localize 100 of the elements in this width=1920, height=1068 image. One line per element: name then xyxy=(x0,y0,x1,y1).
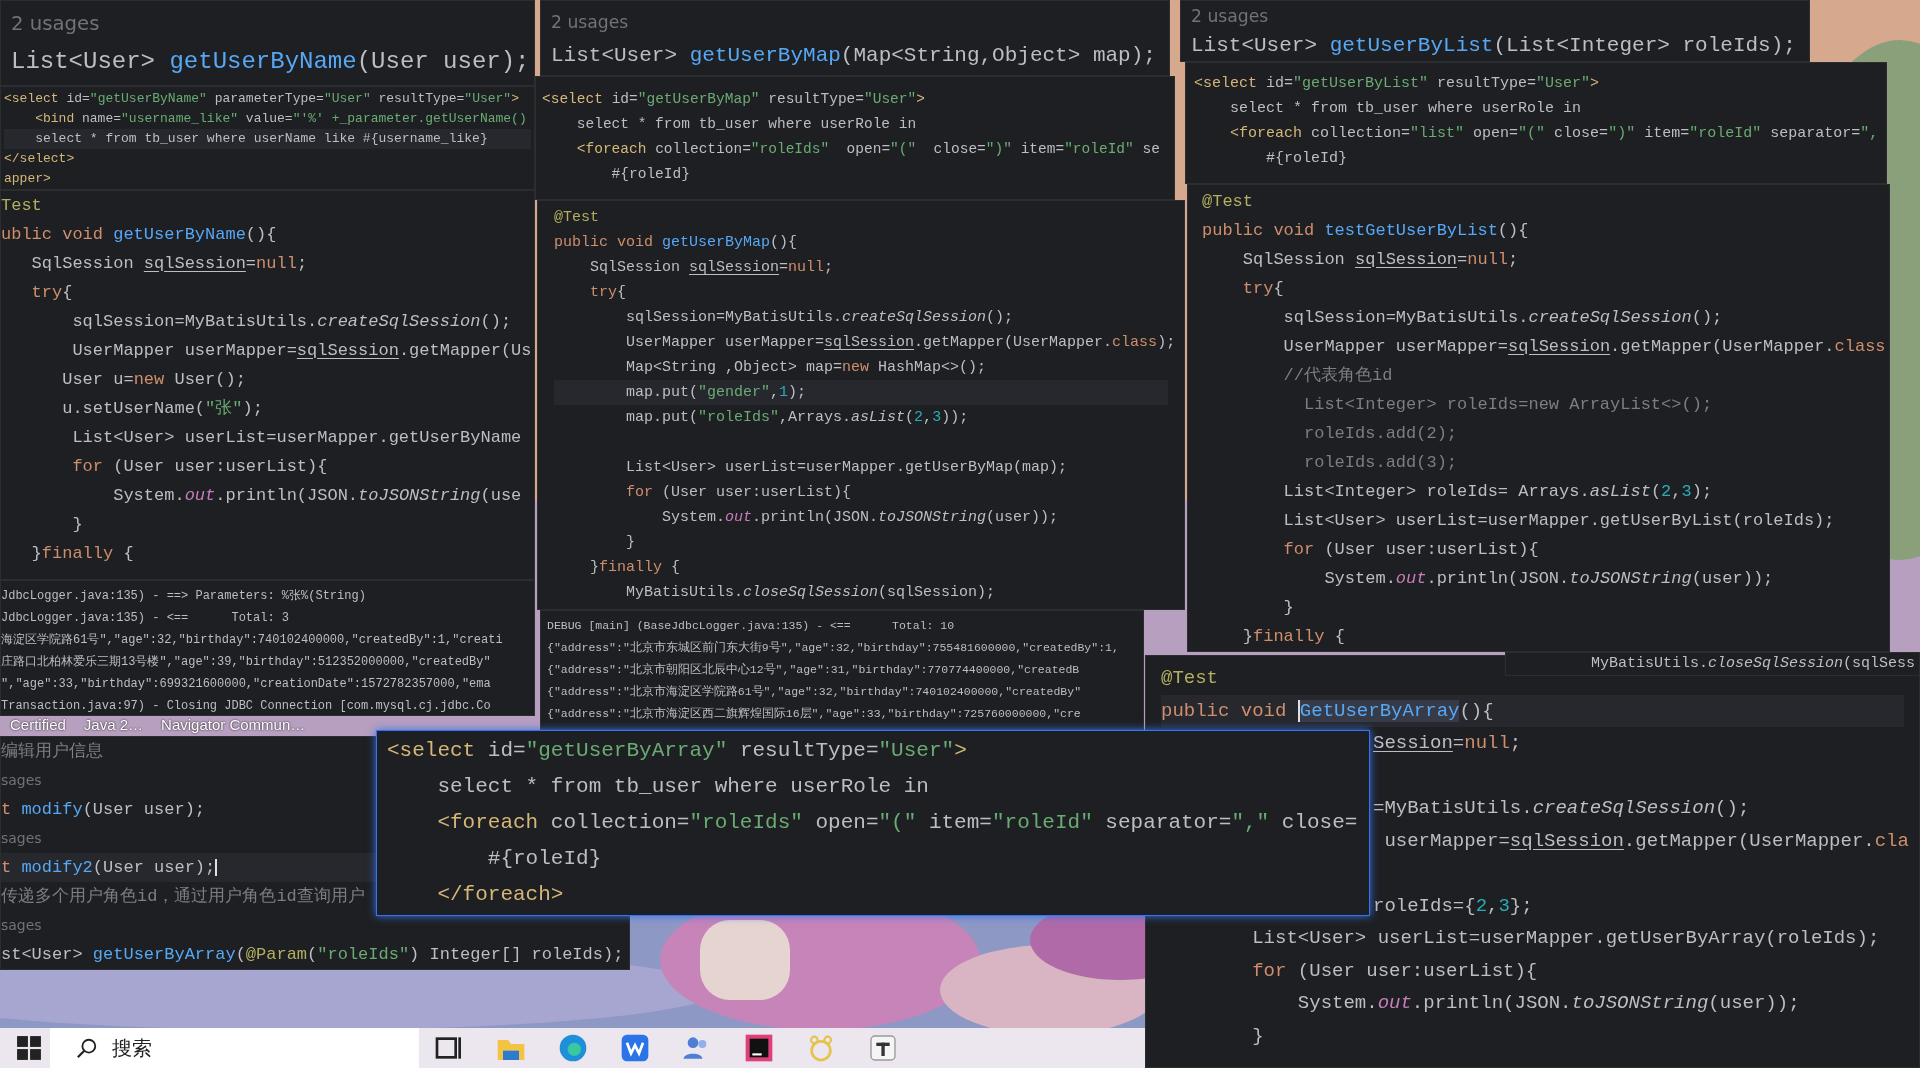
log-line: ","age":33,"birthday":699321600000,"creationDate":1572782357000,"ema xyxy=(1,676,491,693)
code-line: map.put("roleIds",Arrays.asList(2,3)); xyxy=(625,408,969,428)
code-line: #{roleId} xyxy=(1265,149,1348,169)
search-field[interactable]: 搜索 xyxy=(50,1028,419,1068)
code-line: SqlSession sqlSession=null; xyxy=(30,253,308,275)
usages-label: 2 usages xyxy=(1191,5,1269,28)
code-line: <select id="getUserByName" parameterType="User" resultType="User"> xyxy=(4,90,519,108)
code-line: =MyBatisUtils.createSqlSession(); xyxy=(1373,796,1750,821)
code-line: } xyxy=(625,533,635,553)
log-line: JdbcLogger.java:135) - <== Total: 3 xyxy=(1,610,290,627)
usages-label: sages xyxy=(1,771,42,790)
code-line: <bind name="username_like" value="'%' +_parameter.getUserName() xyxy=(34,110,527,128)
code-line: SqlSession sqlSession=null; xyxy=(589,258,834,278)
code-line: <foreach collection="roleIds" open="(" close=")" item="roleId" se xyxy=(575,140,1160,159)
desktop-icon-label[interactable]: Navigator Commun… xyxy=(161,716,306,734)
code-line: map.put("gender",1); xyxy=(625,383,807,403)
code-line: t modify(User user); xyxy=(1,799,206,821)
code-line: List<Integer> roleIds= Arrays.asList(2,3); xyxy=(1282,481,1713,503)
code-line: select * from tb_user where userRole in xyxy=(575,115,917,134)
code-line: u.setUserName("张"); xyxy=(61,398,263,420)
code-line: sqlSession=MyBatisUtils.createSqlSession(); xyxy=(71,311,512,333)
code-line: System.out.println(JSON.toJSONString(user)); xyxy=(1323,568,1774,590)
ide-icon[interactable] xyxy=(743,1032,775,1064)
log-line: Transaction.java:97) - Closing JDBC Connection [com.mysql.cj.jdbc.Co xyxy=(1,698,491,715)
code-line: List<Integer> roleIds=new ArrayList<>(); xyxy=(1303,394,1713,416)
code-comment: 传递多个用户角色id，通过用户角色id查询用户 xyxy=(1,886,365,908)
code-line: roleIds.add(2); xyxy=(1303,423,1458,445)
code-line: #{roleId} xyxy=(610,165,690,184)
start-icon[interactable] xyxy=(16,1035,42,1061)
code-line: <select id="getUserByArray" resultType="User"> xyxy=(387,738,967,764)
code-line: SqlSession sqlSession=null; xyxy=(1241,249,1519,271)
code-line: ublic void getUserByName(){ xyxy=(1,224,277,246)
code-line: List<User> getUserByMap(Map<String,Object> map); xyxy=(551,43,1156,69)
code-line: Test xyxy=(1,195,42,217)
code-line: public void GetUserByArray(){ xyxy=(1161,698,1494,724)
code-line: }finally { xyxy=(30,543,134,565)
code-line: List<User> userList=userMapper.getUserByMap(map); xyxy=(625,458,1068,478)
code-line: userMapper=sqlSession.getMapper(UserMapper.cla xyxy=(1383,828,1909,854)
code-line: @Test xyxy=(554,208,599,228)
code-line: sqlSession=MyBatisUtils.createSqlSession(); xyxy=(625,308,1014,328)
code-line: apper> xyxy=(4,170,51,188)
browser-icon[interactable] xyxy=(557,1032,589,1064)
code-line: System.out.println(JSON.toJSONString(user)); xyxy=(1296,991,1800,1016)
code-line: List<User> userList=userMapper.getUserByList(roleIds); xyxy=(1282,510,1835,532)
usages-label: 2 usages xyxy=(551,11,629,34)
usages-label: sages xyxy=(1,829,42,848)
code-line: try{ xyxy=(30,282,73,304)
code-line: MyBatisUtils.closeSqlSession(sqlSession); xyxy=(625,583,996,603)
code-line: List<User> userList=userMapper.getUserByName xyxy=(71,427,522,449)
code-line: } xyxy=(71,514,83,536)
code-line: }finally { xyxy=(1241,626,1345,648)
code-line: } xyxy=(1282,597,1294,619)
code-line: } xyxy=(1251,1023,1264,1049)
code-line: #{roleId} xyxy=(486,846,602,872)
desktop-icon-label[interactable]: Certified xyxy=(10,716,66,734)
code-line: MyBatisUtils.closeSqlSession(sqlSess xyxy=(1591,654,1916,674)
code-line: <foreach collection="roleIds" open="(" item="roleId" separator="," close= xyxy=(436,810,1358,836)
code-line: UserMapper userMapper=sqlSession.getMapper(UserMapper.class); xyxy=(625,333,1176,353)
code-comment: //代表角色id xyxy=(1282,365,1393,387)
code-line: public void testGetUserByList(){ xyxy=(1202,220,1529,242)
log-line: {"address":"北京市朝阳区北辰中心12号","age":31,"birthday":770774400000,"createdB xyxy=(547,662,1080,678)
code-line: for (User user:userList){ xyxy=(1251,958,1538,984)
code-line: st<User> getUserByArray(@Param("roleIds") Integer[] roleIds); xyxy=(1,944,624,966)
log-line: JdbcLogger.java:135) - ==> Parameters: %张%(String) xyxy=(1,588,366,605)
code-line: UserMapper userMapper=sqlSession.getMapper(Us xyxy=(71,340,532,362)
code-line: Session=null; xyxy=(1373,731,1522,756)
log-line: DEBUG [main] (BaseJdbcLogger.java:135) - <== Total: 10 xyxy=(547,618,955,634)
code-line: for (User user:userList){ xyxy=(71,456,328,478)
log-line: {"address":"北京市海淀区西二旗辉煌国际16层","age":33,"birthday":725760000000,"cre xyxy=(547,706,1081,722)
code-line: public void getUserByMap(){ xyxy=(554,233,798,253)
code-line: System.out.println(JSON.toJSONString(user)); xyxy=(661,508,1059,528)
code-line: try{ xyxy=(589,283,627,303)
code-line: t modify2(User user); xyxy=(1,857,216,879)
code-line: System.out.println(JSON.toJSONString(use xyxy=(112,485,522,507)
code-line: }finally { xyxy=(589,558,681,578)
log-line: {"address":"北京市东城区前门东大街9号","age":32,"birthday":755481600000,"createdBy":1, xyxy=(547,640,1119,656)
log-line: 庄路口北柏林爱乐三期13号楼","age":39,"birthday":512352000000,"createdBy" xyxy=(1,654,491,671)
code-line: select * from tb_user where userRole in xyxy=(436,774,929,800)
code-line: List<User> userList=userMapper.getUserByArray(roleIds); xyxy=(1251,926,1880,951)
usages-label: sages xyxy=(1,916,42,935)
code-line: for (User user:userList){ xyxy=(625,483,852,503)
app-icon[interactable] xyxy=(867,1032,899,1064)
desktop-icon-label[interactable]: Java 2… xyxy=(83,716,144,734)
code-line: select * from tb_user where userRole in xyxy=(1229,99,1582,119)
code-line: List<User> getUserByName(User user); xyxy=(11,47,530,77)
code-line: roleIds={2,3}; xyxy=(1373,893,1533,919)
code-line: try{ xyxy=(1241,278,1284,300)
code-line: <select id="getUserByList" resultType="User"> xyxy=(1194,74,1600,94)
usages-label: 2 usages xyxy=(11,11,100,37)
code-line: select * from tb_user where userName like #{username_like} xyxy=(34,130,488,148)
code-line: UserMapper userMapper=sqlSession.getMapper(UserMapper.class xyxy=(1282,336,1886,358)
code-line: User u=new User(); xyxy=(61,369,246,391)
code-line: </foreach> xyxy=(436,882,564,908)
log-line: 海淀区学院路61号","age":32,"birthday":740102400000,"createdBy":1,"creati xyxy=(1,632,503,649)
text-cursor xyxy=(215,859,218,876)
code-line: <select id="getUserByMap" resultType="User"> xyxy=(542,90,925,109)
writer-icon[interactable] xyxy=(619,1032,651,1064)
code-line: for (User user:userList){ xyxy=(1282,539,1539,561)
code-line: Map<String ,Object> map=new HashMap<>(); xyxy=(625,358,987,378)
code-line: @Test xyxy=(1161,666,1218,691)
